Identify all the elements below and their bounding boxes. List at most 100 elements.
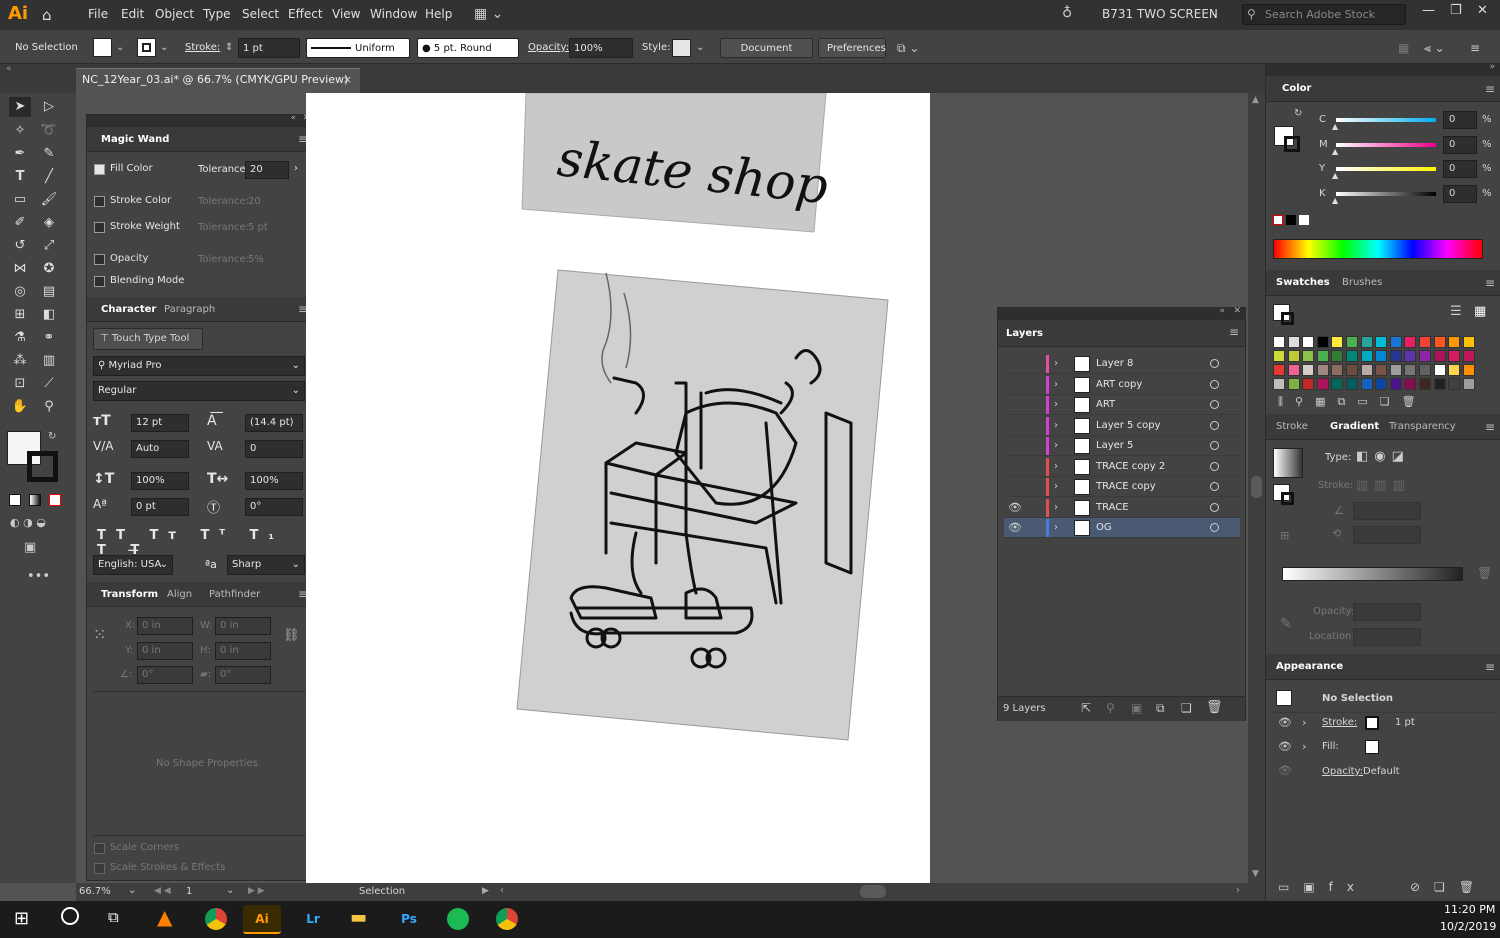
color-swatch[interactable] bbox=[1404, 364, 1417, 376]
restore-icon[interactable]: ❐ bbox=[1450, 3, 1462, 18]
eye-icon[interactable]: 👁 bbox=[1278, 716, 1292, 729]
layer-name[interactable]: OG bbox=[1096, 518, 1112, 538]
text-style-buttons[interactable]: TT Tт Tᵀ T₁ T T̶ bbox=[97, 528, 312, 558]
tab-align[interactable]: Align bbox=[167, 582, 192, 607]
search-icon[interactable] bbox=[61, 907, 79, 925]
black-swatch[interactable] bbox=[1286, 215, 1296, 225]
layer-row[interactable]: › ART bbox=[1004, 395, 1240, 415]
shear-input[interactable]: 0° bbox=[215, 666, 271, 684]
scroll-left-icon[interactable]: ‹ bbox=[500, 885, 504, 896]
appearance-footer-icons[interactable]: ▭▣fx bbox=[1278, 880, 1368, 894]
panel-grip[interactable]: « ✕ bbox=[998, 306, 1245, 320]
zoom-level[interactable]: 66.7% bbox=[79, 886, 111, 897]
magic-wand-title[interactable]: Magic Wand bbox=[101, 127, 169, 152]
layer-name[interactable]: Layer 5 bbox=[1096, 436, 1133, 456]
menu-window[interactable]: Window bbox=[370, 7, 417, 21]
layer-row[interactable]: › Layer 8 bbox=[1004, 354, 1240, 374]
baseline-shift-input[interactable]: 0 pt bbox=[131, 498, 189, 516]
fill-color-checkbox[interactable] bbox=[94, 164, 105, 175]
chevron-right-icon[interactable]: › bbox=[1302, 740, 1306, 753]
none-mode-icon[interactable] bbox=[49, 494, 61, 506]
collapse-icon[interactable]: « bbox=[290, 113, 296, 123]
color-swatch[interactable] bbox=[1346, 350, 1358, 362]
line-tool-icon[interactable]: ╱ bbox=[38, 167, 60, 187]
color-swatch[interactable] bbox=[1273, 364, 1285, 376]
stroke-gradient-buttons[interactable]: ▥▥▥ bbox=[1356, 478, 1411, 493]
blend-tool-icon[interactable]: ⚭ bbox=[38, 328, 60, 348]
color-swatch[interactable] bbox=[1273, 336, 1285, 348]
photoshop-taskbar-icon[interactable]: Ps bbox=[390, 905, 428, 934]
list-view-icon[interactable]: ☰ bbox=[1450, 304, 1462, 319]
panel-menu-icon[interactable]: ≡ bbox=[1470, 38, 1480, 58]
color-stroke-box[interactable] bbox=[1284, 136, 1300, 152]
arrange-icon[interactable]: ⧉ ⌄ bbox=[897, 38, 919, 58]
panel-menu-icon[interactable]: ≡ bbox=[1485, 414, 1495, 440]
font-family-select[interactable]: ⚲ Myriad Pro ⌄ bbox=[93, 356, 305, 376]
eyedropper-icon[interactable]: ✎ bbox=[1280, 616, 1292, 632]
scroll-up-icon[interactable]: ▲ bbox=[1252, 95, 1259, 105]
color-title[interactable]: Color bbox=[1282, 76, 1311, 102]
menu-effect[interactable]: Effect bbox=[288, 7, 323, 21]
close-tab-icon[interactable]: × bbox=[343, 69, 352, 91]
color-swatch[interactable] bbox=[1375, 378, 1388, 390]
layer-target-icon[interactable] bbox=[1210, 502, 1219, 512]
horizontal-scroll-thumb[interactable] bbox=[860, 885, 886, 898]
color-swatch[interactable] bbox=[1375, 364, 1388, 376]
color-swatch[interactable] bbox=[1462, 350, 1475, 362]
color-swatch[interactable] bbox=[1433, 364, 1446, 376]
color-swatch[interactable] bbox=[1316, 378, 1329, 390]
layer-name[interactable]: TRACE copy 2 bbox=[1096, 457, 1165, 477]
color-swatch[interactable] bbox=[1302, 378, 1315, 390]
eyedropper-tool-icon[interactable]: ⚗ bbox=[9, 328, 31, 348]
appearance-stroke-swatch[interactable] bbox=[1365, 716, 1379, 730]
leading-input[interactable]: (14.4 pt) bbox=[245, 414, 303, 432]
color-swatch[interactable] bbox=[1331, 336, 1344, 348]
color-swatch[interactable] bbox=[1287, 378, 1300, 390]
color-swatch[interactable] bbox=[1360, 336, 1373, 348]
color-swatch[interactable] bbox=[1316, 336, 1329, 348]
color-swatch[interactable] bbox=[1404, 350, 1417, 362]
eye-icon[interactable]: 👁 bbox=[1278, 764, 1292, 777]
panel-menu-icon[interactable]: ≡ bbox=[1485, 654, 1495, 680]
stepper-icon[interactable]: ⇕ bbox=[225, 38, 233, 58]
color-swatch[interactable] bbox=[1316, 350, 1329, 362]
document-tab[interactable]: NC_12Year_03.ai* @ 66.7% (CMYK/GPU Previ… bbox=[76, 68, 360, 93]
opacity-checkbox[interactable] bbox=[94, 254, 105, 265]
chevron-down-icon[interactable]: ⌄ bbox=[160, 38, 168, 58]
color-swatch[interactable] bbox=[1316, 364, 1329, 376]
type-tool-icon[interactable]: T bbox=[9, 167, 31, 187]
color-swatch[interactable] bbox=[1287, 350, 1300, 362]
color-swatch[interactable] bbox=[1287, 364, 1300, 376]
touch-type-button[interactable]: ⊤ Touch Type Tool bbox=[93, 328, 203, 350]
color-swatch[interactable] bbox=[1346, 378, 1358, 390]
gradient-slider[interactable] bbox=[1282, 567, 1463, 581]
fill-tolerance-input[interactable]: 20 bbox=[245, 161, 289, 179]
chevron-right-icon[interactable]: › bbox=[294, 163, 298, 174]
vertical-scrollbar[interactable]: ▲ ▼ bbox=[1248, 93, 1265, 883]
appearance-stroke-value[interactable]: 1 pt bbox=[1395, 717, 1415, 728]
page-number[interactable]: 1 bbox=[186, 886, 192, 897]
channel-slider[interactable] bbox=[1336, 142, 1436, 147]
appearance-title[interactable]: Appearance bbox=[1276, 654, 1343, 680]
width-tool-icon[interactable]: ⋈ bbox=[9, 259, 31, 279]
panel-menu-icon[interactable]: ≡ bbox=[1485, 76, 1495, 102]
color-swatch[interactable] bbox=[1360, 378, 1373, 390]
chevron-right-icon[interactable]: › bbox=[1054, 395, 1058, 415]
zoom-tool-icon[interactable]: ⚲ bbox=[38, 397, 60, 417]
antialias-select[interactable]: Sharp ⌄ bbox=[227, 555, 305, 575]
hand-tool-icon[interactable]: ✋ bbox=[9, 397, 31, 417]
locate-object-icon[interactable]: ⚲ bbox=[1106, 701, 1115, 715]
rectangle-tool-icon[interactable]: ▭ bbox=[9, 190, 31, 210]
windows-start-icon[interactable]: ⊞ bbox=[14, 908, 29, 929]
channel-input[interactable]: 0 bbox=[1443, 160, 1477, 178]
chrome-icon[interactable] bbox=[205, 908, 227, 930]
swap-colors-icon[interactable]: ↻ bbox=[48, 431, 56, 442]
chrome-icon[interactable] bbox=[496, 908, 518, 930]
character-rotation-input[interactable]: 0° bbox=[245, 498, 303, 516]
color-swatch[interactable] bbox=[1273, 378, 1285, 390]
layers-title[interactable]: Layers bbox=[1006, 328, 1043, 339]
curvature-tool-icon[interactable]: ✎ bbox=[38, 144, 60, 164]
menu-type[interactable]: Type bbox=[203, 7, 231, 21]
chevron-right-icon[interactable]: › bbox=[1054, 477, 1058, 497]
color-swatch[interactable] bbox=[1448, 378, 1461, 390]
